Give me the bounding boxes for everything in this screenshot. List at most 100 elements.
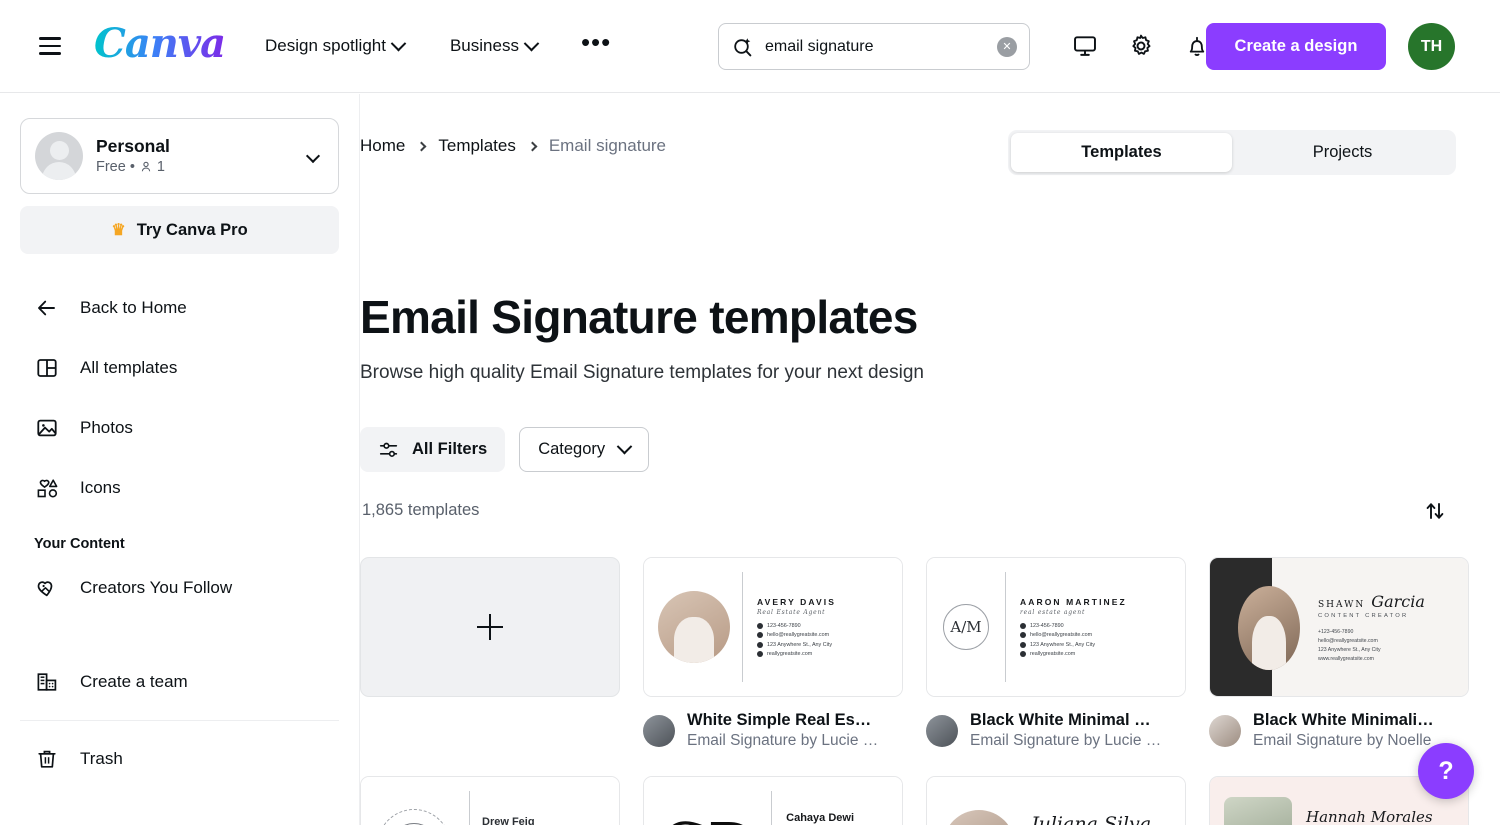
all-filters-button[interactable]: All Filters <box>360 427 506 472</box>
category-dropdown[interactable]: Category <box>519 427 650 472</box>
template-card[interactable]: A/M AARON MARTINEZ real estate agent 123… <box>926 557 1186 750</box>
template-grid-row: AVERY DAVIS Real Estate Agent 123-456-78… <box>360 557 1500 750</box>
breadcrumb-templates[interactable]: Templates <box>438 136 515 156</box>
monitor-icon[interactable] <box>1068 29 1102 63</box>
arrow-left-icon <box>34 296 60 320</box>
create-a-design-button[interactable]: Create a design <box>1206 23 1386 70</box>
sidebar-item-label: Trash <box>80 749 123 768</box>
signature-text: Drew Feig Co-Founder hello@reallygreatsi… <box>470 816 569 825</box>
dark-accent-panel <box>1210 558 1300 696</box>
signature-photo <box>658 591 730 663</box>
sidebar-item-icons[interactable]: Icons <box>20 458 339 518</box>
template-thumbnail[interactable]: CD Cahaya Dewi Digital Designer +123-456… <box>643 776 903 825</box>
sidebar-item-back-to-home[interactable]: Back to Home <box>20 278 339 338</box>
globe-icon <box>757 650 763 657</box>
search-bar[interactable]: ✕ <box>718 23 1030 70</box>
sidebar-item-photos[interactable]: Photos <box>20 398 339 458</box>
chevron-down-icon <box>390 35 407 51</box>
chevron-down-icon <box>616 438 633 455</box>
help-button[interactable]: ? <box>1418 743 1474 799</box>
sidebar-item-label: Creators You Follow <box>80 578 233 597</box>
signature-line: +123-456-7890 <box>1318 629 1354 635</box>
gear-icon[interactable] <box>1124 29 1158 63</box>
tab-projects[interactable]: Projects <box>1232 133 1453 172</box>
signature-text: Cahaya Dewi Digital Designer +123-456-78… <box>772 812 861 825</box>
sidebar-item-all-templates[interactable]: All templates <box>20 338 339 398</box>
hamburger-menu-icon[interactable] <box>30 26 70 66</box>
try-canva-pro-label: Try Canva Pro <box>136 220 248 239</box>
template-title[interactable]: Black White Minimal … <box>970 711 1161 730</box>
nav-more-icon[interactable]: ••• <box>573 27 619 65</box>
create-blank-template[interactable] <box>360 557 620 697</box>
template-card[interactable]: Drew Feig Co-Founder hello@reallygreatsi… <box>360 776 620 825</box>
sort-arrows-icon <box>1426 503 1444 519</box>
template-title[interactable]: Black White Minimali… <box>1253 711 1434 730</box>
template-card[interactable]: Juliana Silva 123-456-7890 hello@reallyg… <box>926 776 1186 825</box>
try-canva-pro-button[interactable]: ♛ Try Canva Pro <box>20 206 339 254</box>
signature-art: A/M AARON MARTINEZ real estate agent 123… <box>927 558 1185 696</box>
template-author: Email Signature by Noelle <box>1253 732 1432 749</box>
nav-business-label: Business <box>449 36 519 55</box>
signature-text: AVERY DAVIS Real Estate Agent 123-456-78… <box>743 597 836 657</box>
template-thumbnail[interactable]: Drew Feig Co-Founder hello@reallygreatsi… <box>360 776 620 825</box>
breadcrumb-current: Email signature <box>548 136 667 155</box>
template-card[interactable]: SHAWN Garcia CONTENT CREATOR +123-456-78… <box>1209 557 1469 750</box>
signature-art: AVERY DAVIS Real Estate Agent 123-456-78… <box>644 558 902 696</box>
template-thumbnail[interactable]: Juliana Silva 123-456-7890 hello@reallyg… <box>926 776 1186 825</box>
tab-templates[interactable]: Templates <box>1011 133 1232 172</box>
account-member-count: 1 <box>156 158 165 175</box>
template-card[interactable]: AVERY DAVIS Real Estate Agent 123-456-78… <box>643 557 903 750</box>
account-avatar <box>35 132 83 180</box>
signature-art: Drew Feig Co-Founder hello@reallygreatsi… <box>361 777 619 825</box>
tree-logo-icon <box>377 809 451 825</box>
account-plan: Free <box>96 158 126 175</box>
template-thumbnail[interactable]: AVERY DAVIS Real Estate Agent 123-456-78… <box>643 557 903 697</box>
account-name: Personal <box>96 135 170 156</box>
sidebar-item-label: Icons <box>80 478 121 497</box>
chevron-down-icon <box>305 148 321 164</box>
location-icon <box>1020 641 1026 648</box>
canva-app-window: Canva Design spotlight Business ••• ✕ <box>0 0 1500 825</box>
page-subtitle: Browse high quality Email Signature temp… <box>360 362 924 383</box>
search-input[interactable] <box>765 37 997 56</box>
building-icon <box>34 670 60 694</box>
breadcrumb-home[interactable]: Home <box>360 136 405 156</box>
signature-line: 123 Anywhere St., Any City <box>767 641 833 648</box>
account-switcher[interactable]: Personal Free • 1 <box>20 118 339 194</box>
user-avatar[interactable]: TH <box>1408 23 1455 70</box>
nav-business[interactable]: Business <box>444 28 543 64</box>
crown-icon: ♛ <box>111 222 126 239</box>
chevron-down-icon <box>523 35 540 51</box>
sidebar-item-creators-you-follow[interactable]: Creators You Follow <box>20 558 339 618</box>
sidebar-nav: Back to Home All templates Photos Icons … <box>20 278 339 789</box>
template-card[interactable]: CD Cahaya Dewi Digital Designer +123-456… <box>643 776 903 825</box>
template-thumbnail[interactable]: SHAWN Garcia CONTENT CREATOR +123-456-78… <box>1209 557 1469 697</box>
main-content: Home Templates Email signature Templates… <box>360 94 1500 825</box>
chevron-right-icon <box>416 141 427 151</box>
sidebar-item-create-a-team[interactable]: Create a team <box>20 652 339 712</box>
chevron-right-icon <box>527 141 538 151</box>
nav-design-spotlight[interactable]: Design spotlight <box>259 28 410 64</box>
signature-role: Real Estate Agent <box>757 609 826 617</box>
signature-text: Hannah Morales ENTREPRENEUR COACH +123-4… <box>1292 808 1433 825</box>
shapes-icon <box>34 476 60 500</box>
photo-icon <box>34 416 60 440</box>
signature-photo <box>1224 797 1292 825</box>
signature-line: reallygreatsite.com <box>1030 650 1076 657</box>
trash-icon <box>34 747 60 771</box>
phone-icon <box>757 623 763 630</box>
template-title[interactable]: White Simple Real Es… <box>687 711 878 730</box>
signature-art: CD Cahaya Dewi Digital Designer +123-456… <box>644 777 902 825</box>
author-avatar <box>926 714 958 747</box>
canva-logo[interactable]: Canva <box>94 24 226 68</box>
template-card[interactable] <box>360 557 620 750</box>
template-author: Email Signature by Lucie … <box>687 732 879 749</box>
signature-line: 123-456-7890 <box>1030 623 1064 630</box>
category-label: Category <box>538 440 606 458</box>
clear-search-icon[interactable]: ✕ <box>997 36 1017 57</box>
filter-bar: All Filters Category <box>360 427 650 472</box>
sort-button[interactable] <box>1418 494 1452 528</box>
template-thumbnail[interactable]: A/M AARON MARTINEZ real estate agent 123… <box>926 557 1186 697</box>
template-meta: White Simple Real Es… Email Signature by… <box>643 711 903 750</box>
sidebar-item-trash[interactable]: Trash <box>20 729 339 789</box>
